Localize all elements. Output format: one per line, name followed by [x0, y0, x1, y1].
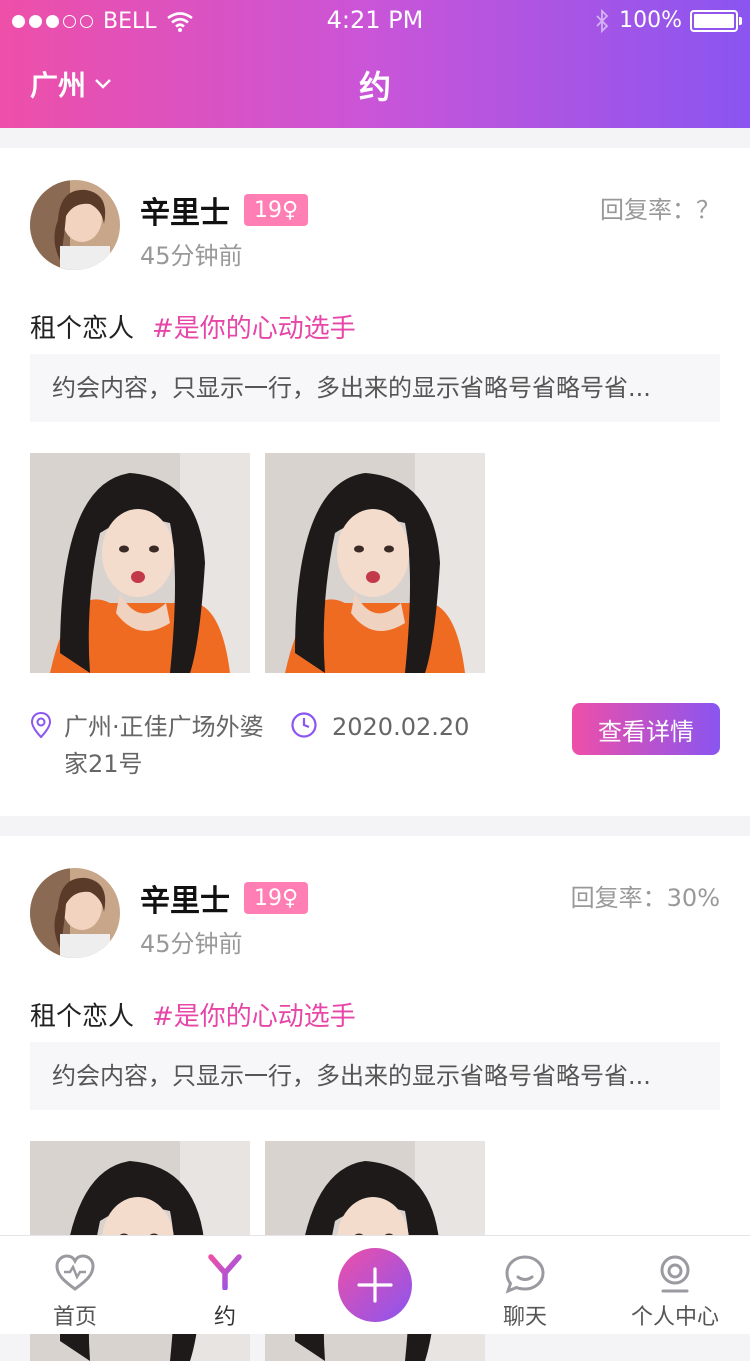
tab-label: 聊天 — [502, 1305, 547, 1330]
plus-icon — [357, 1267, 393, 1303]
post-content: 约会内容，只显示一行，多出来的显示省略号省略号省... — [30, 354, 720, 422]
topic-tag[interactable]: #是你的心动选手 — [152, 996, 356, 1033]
dating-feed: 辛里士 19♀ 45分钟前 回复率：？ 租个恋人 #是你的心动选手 约会内容，只… — [0, 148, 750, 1361]
tab-yue[interactable]: 约 — [150, 1236, 300, 1335]
age-gender-badge: 19♀ — [244, 194, 309, 226]
publish-button[interactable] — [338, 1248, 412, 1322]
tab-label: 约 — [213, 1305, 236, 1330]
post-time: 45分钟前 — [140, 930, 243, 958]
post-photo[interactable] — [265, 453, 485, 673]
meeting-date: 2020.02.20 — [332, 713, 470, 741]
avatar[interactable] — [30, 180, 120, 270]
tab-label: 个人中心 — [630, 1305, 719, 1330]
post-title: 租个恋人 — [30, 314, 135, 344]
post-time: 45分钟前 — [140, 242, 243, 270]
heart-pulse-icon — [55, 1254, 95, 1291]
reply-rate: 回复率：？ — [600, 196, 720, 224]
post-card[interactable]: 辛里士 19♀ 45分钟前 回复率：30% 租个恋人 #是你的心动选手 约会内容… — [0, 836, 750, 1361]
tab-home[interactable]: 首页 — [0, 1236, 150, 1335]
nav-bar: 广州 约 — [0, 48, 750, 124]
user-name: 辛里士 — [140, 196, 230, 231]
view-details-button[interactable]: 查看详情 — [572, 703, 720, 755]
clock-icon — [291, 712, 317, 738]
tab-me[interactable]: 个人中心 — [600, 1236, 750, 1335]
yue-y-icon — [208, 1254, 242, 1290]
battery-percent: 100% — [619, 8, 682, 33]
avatar[interactable] — [30, 868, 120, 958]
tab-label: 首页 — [52, 1305, 97, 1330]
app-header: BELL 4:21 PM 100% 广州 约 — [0, 0, 750, 128]
location-pin-icon — [30, 711, 52, 739]
battery-icon — [690, 9, 742, 32]
reply-rate: 回复率：30% — [570, 884, 720, 912]
chat-bubble-icon — [505, 1255, 545, 1294]
status-bar: BELL 4:21 PM 100% — [0, 0, 750, 40]
post-title: 租个恋人 — [30, 1002, 135, 1032]
post-card[interactable]: 辛里士 19♀ 45分钟前 回复率：？ 租个恋人 #是你的心动选手 约会内容，只… — [0, 148, 750, 816]
page-title: 约 — [358, 68, 391, 106]
post-photo[interactable] — [30, 453, 250, 673]
tab-chat[interactable]: 聊天 — [450, 1236, 600, 1335]
meeting-location: 广州·正佳广场外婆家21号 — [64, 713, 264, 778]
age-gender-badge: 19♀ — [244, 882, 309, 914]
user-profile-icon — [660, 1255, 690, 1293]
bluetooth-icon — [596, 8, 609, 33]
user-name: 辛里士 — [140, 884, 230, 919]
topic-tag[interactable]: #是你的心动选手 — [152, 308, 356, 345]
post-content: 约会内容，只显示一行，多出来的显示省略号省略号省... — [30, 1042, 720, 1110]
